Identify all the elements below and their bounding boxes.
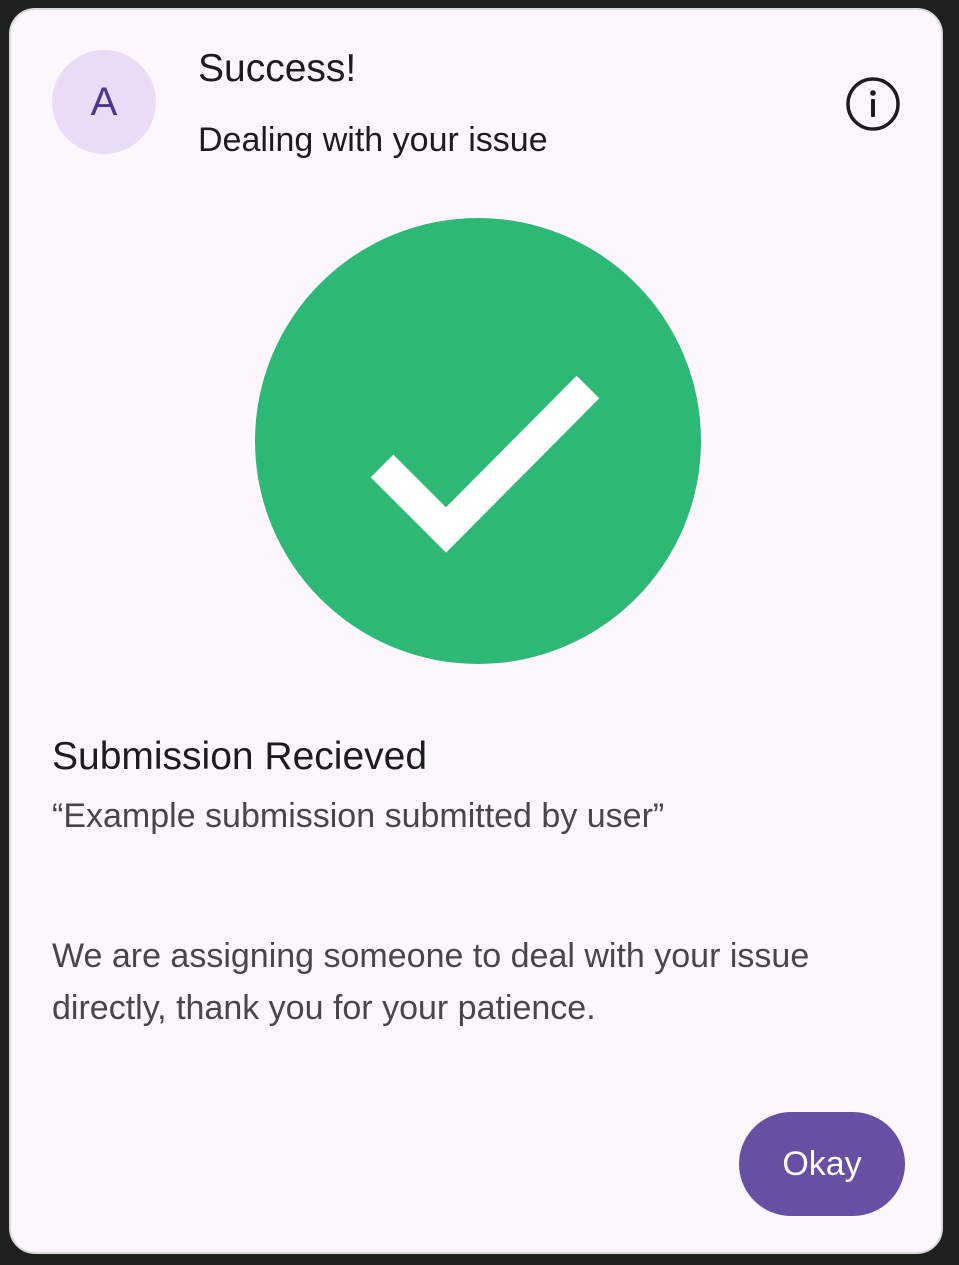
dialog-body: We are assigning someone to deal with yo…	[52, 937, 810, 1027]
avatar: A	[52, 50, 156, 154]
avatar-letter: A	[90, 79, 118, 124]
submission-quote: “Example submission submitted by user”	[52, 797, 665, 835]
dialog-subtitle: Dealing with your issue	[198, 121, 548, 159]
okay-button-label: Okay	[782, 1144, 862, 1183]
submission-heading: Submission Recieved	[52, 735, 428, 778]
info-button[interactable]	[843, 74, 903, 134]
success-dialog: A Success! Dealing with your issue Submi…	[9, 8, 943, 1254]
info-icon	[846, 77, 900, 131]
dialog-title: Success!	[198, 47, 357, 90]
success-check-icon	[255, 218, 701, 664]
okay-button[interactable]: Okay	[739, 1112, 905, 1216]
